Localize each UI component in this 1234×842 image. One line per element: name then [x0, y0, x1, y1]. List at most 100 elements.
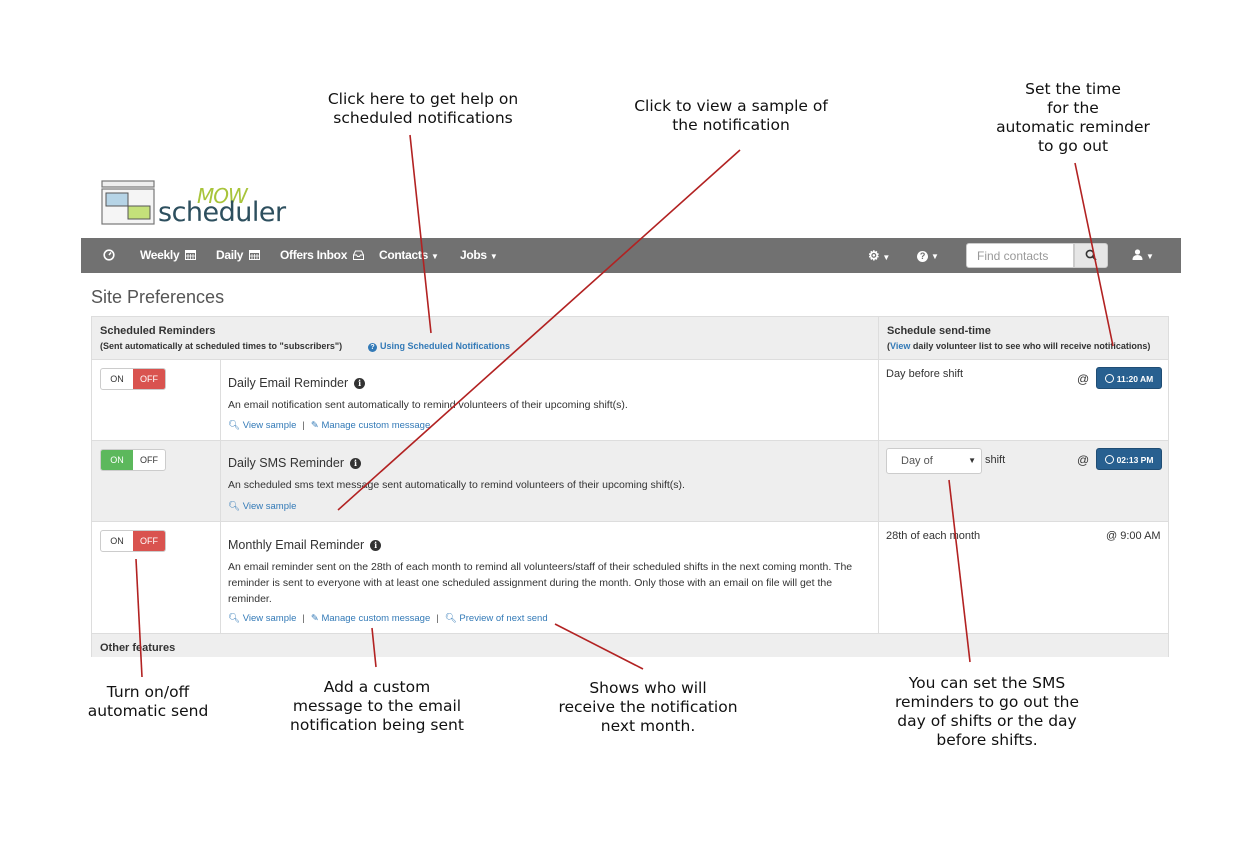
callout-custom: Add a custom message to the email notifi…: [290, 678, 464, 734]
question-circle-icon: ?: [917, 251, 928, 262]
clock-icon: [1104, 374, 1114, 383]
reminder-description: An email notification sent automatically…: [228, 399, 628, 411]
help-link-label: Using Scheduled Notifications: [380, 341, 511, 351]
view-sample-link[interactable]: 🔍︎ View sample: [228, 501, 296, 512]
help-link-scheduled-notifications[interactable]: ? Using Scheduled Notifications: [368, 341, 510, 352]
info-icon[interactable]: i: [370, 540, 382, 551]
logo-scheduler-text: scheduler: [158, 197, 286, 228]
callout-help: Click here to get help on scheduled noti…: [327, 90, 519, 127]
view-sample-link[interactable]: 🔍︎ View sample: [228, 613, 296, 624]
reminder-actions: 🔍︎ View sample | ✎ Manage custom message: [228, 420, 431, 431]
manage-custom-message-link[interactable]: ✎ Manage custom message: [311, 420, 430, 431]
callout-sample: Click to view a sample of the notificati…: [634, 97, 828, 134]
at-symbol: @: [1077, 453, 1090, 467]
subheading-rest: daily volunteer list to see who will rec…: [910, 341, 1151, 351]
nav-jobs[interactable]: Jobs ▼: [460, 238, 498, 273]
schedule-send-time-subheading: (View daily volunteer list to see who wi…: [887, 341, 1150, 351]
find-contacts-input[interactable]: [966, 243, 1074, 268]
reminder-description: An email reminder sent on the 28th of ea…: [228, 561, 853, 605]
daily-sms-reminder-title: Daily SMS Reminder i: [228, 456, 362, 470]
nav-weekly[interactable]: Weekly: [140, 238, 197, 273]
nav-daily-label: Daily: [216, 248, 244, 262]
reminder-actions: 🔍︎ View sample: [228, 501, 296, 512]
reminder-row-monthly-email: ON OFF Monthly Email Reminder i An email …: [92, 522, 1168, 634]
nav-offers-label: Offers Inbox: [280, 248, 348, 262]
dashboard-nav-button[interactable]: [103, 238, 115, 273]
reminder-row-daily-sms: ON OFF Daily SMS Reminder i An scheduled …: [92, 441, 1168, 522]
zoom-icon: 🔍︎: [228, 613, 241, 624]
settings-menu[interactable]: ⚙ ▼: [868, 238, 890, 273]
toggle-on-option[interactable]: ON: [101, 369, 133, 389]
nav-daily[interactable]: Daily: [216, 238, 261, 273]
nav-contacts-label: Contacts: [379, 248, 428, 262]
panel-header-row: Scheduled Reminders (Sent automatically …: [92, 317, 1168, 360]
top-navbar: Weekly Daily Offers Inbox Contacts ▼ Jobs…: [81, 238, 1181, 273]
nav-jobs-label: Jobs: [460, 248, 487, 262]
reminder-description: An scheduled sms text message sent autom…: [228, 479, 685, 491]
dashboard-icon: [103, 249, 115, 261]
time-label: 11:20 AM: [1116, 374, 1154, 384]
nav-weekly-label: Weekly: [140, 248, 180, 262]
daily-sms-toggle[interactable]: ON OFF: [100, 449, 166, 471]
monthly-send-time: @ 9:00 AM: [1106, 530, 1161, 542]
sms-schedule-selected-value: Day of: [901, 455, 933, 467]
preview-next-send-link[interactable]: 🔍︎ Preview of next send: [445, 613, 548, 624]
mow-scheduler-logo[interactable]: MOW scheduler: [101, 180, 311, 230]
manage-custom-message-label: Manage custom message: [321, 420, 431, 431]
toggle-on-option[interactable]: ON: [101, 531, 133, 551]
question-circle-icon: ?: [368, 343, 377, 352]
callout-toggle: Turn on/off automatic send: [87, 683, 209, 720]
schedule-suffix: shift: [985, 454, 1006, 466]
chevron-down-icon: ▼: [489, 252, 498, 261]
reminder-title-label: Monthly Email Reminder: [228, 538, 365, 552]
callout-preview: Shows who will receive the notification …: [558, 679, 738, 735]
info-icon[interactable]: i: [350, 458, 362, 469]
zoom-icon: 🔍︎: [228, 420, 241, 431]
search-button[interactable]: [1074, 243, 1108, 268]
view-sample-label: View sample: [242, 613, 297, 624]
toggle-off-option[interactable]: OFF: [133, 369, 165, 389]
clock-icon: [1104, 455, 1114, 464]
set-time-button[interactable]: 02:13 PM: [1096, 448, 1162, 470]
nav-offers-inbox[interactable]: Offers Inbox: [280, 238, 365, 273]
schedule-text: Day before shift: [886, 368, 964, 380]
user-menu[interactable]: ▼: [1132, 238, 1154, 273]
calendar-logo-icon: [101, 180, 155, 225]
callout-line-help: [409, 134, 432, 334]
search-icon: [1085, 249, 1097, 261]
reminder-title-label: Daily SMS Reminder: [228, 456, 345, 470]
callout-sms: You can set the SMS reminders to go out …: [894, 674, 1080, 749]
chevron-down-icon: ▼: [1146, 252, 1154, 261]
chevron-down-icon: ▼: [882, 253, 890, 262]
calendar-icon: [249, 250, 261, 260]
pencil-icon: ✎: [310, 420, 319, 431]
toggle-off-option[interactable]: OFF: [133, 531, 165, 551]
toggle-on-option[interactable]: ON: [101, 450, 133, 470]
chevron-down-icon: ▼: [968, 456, 976, 465]
schedule-text: 28th of each month: [886, 530, 981, 542]
chevron-down-icon: ▼: [931, 252, 939, 261]
help-menu[interactable]: ? ▼: [917, 238, 939, 273]
time-label: 02:13 PM: [1116, 455, 1154, 465]
view-volunteer-list-link[interactable]: View: [890, 341, 910, 351]
gear-icon: ⚙: [868, 248, 880, 263]
callout-time: Set the time for the automatic reminder …: [996, 80, 1150, 155]
set-time-button[interactable]: 11:20 AM: [1096, 367, 1162, 389]
user-icon: [1132, 249, 1143, 260]
calendar-icon: [185, 250, 197, 260]
monthly-email-toggle[interactable]: ON OFF: [100, 530, 166, 552]
manage-custom-message-link[interactable]: ✎ Manage custom message: [311, 613, 430, 624]
nav-contacts[interactable]: Contacts ▼: [379, 238, 439, 273]
toggle-off-option[interactable]: OFF: [133, 450, 165, 470]
monthly-email-reminder-title: Monthly Email Reminder i: [228, 538, 382, 552]
chevron-down-icon: ▼: [430, 252, 439, 261]
schedule-send-time-heading: Schedule send-time: [887, 325, 991, 337]
scheduled-reminders-subheading: (Sent automatically at scheduled times t…: [100, 341, 343, 351]
daily-email-reminder-title: Daily Email Reminder i: [228, 376, 366, 390]
daily-email-toggle[interactable]: ON OFF: [100, 368, 166, 390]
info-icon[interactable]: i: [354, 378, 366, 389]
sms-schedule-select[interactable]: Day of ▼: [886, 448, 982, 474]
zoom-icon: 🔍︎: [228, 501, 241, 512]
view-sample-link[interactable]: 🔍︎ View sample: [228, 420, 296, 431]
pencil-icon: ✎: [310, 613, 319, 624]
